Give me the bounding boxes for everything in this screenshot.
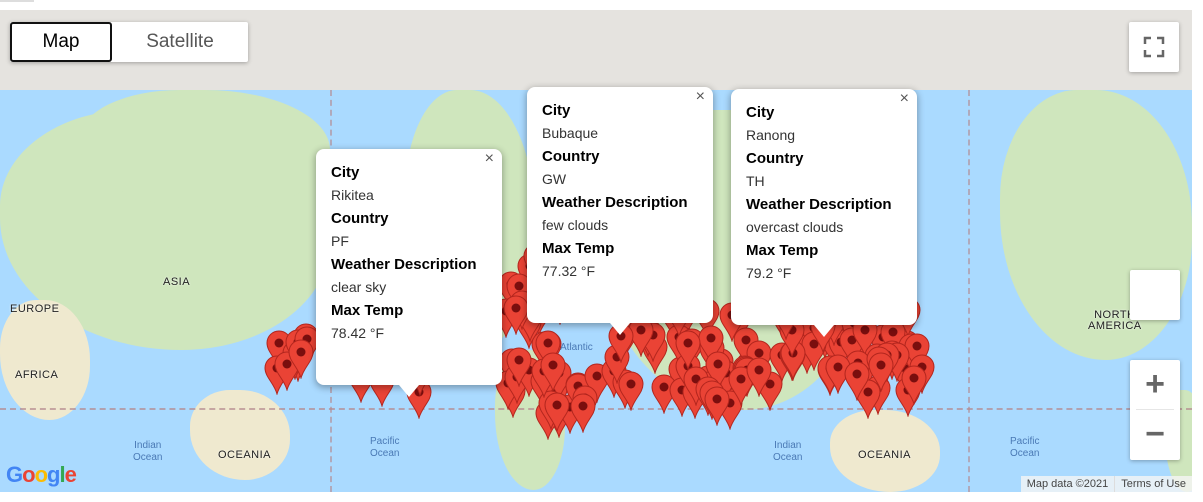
label-africa: AFRICA	[15, 369, 59, 381]
map-marker[interactable]	[288, 339, 314, 381]
label-indian-ocean: Indian Ocean	[773, 440, 803, 463]
weather-value: few clouds	[542, 217, 609, 233]
map-type-control: Map Satellite	[10, 22, 248, 62]
fullscreen-button[interactable]	[1129, 22, 1179, 72]
info-window: × City Bubaque Country GW Weather Descri…	[527, 87, 713, 335]
temp-label: Max Temp	[746, 242, 819, 259]
map-marker[interactable]	[618, 371, 644, 412]
close-icon[interactable]: ×	[485, 151, 494, 167]
weather-value: overcast clouds	[746, 219, 844, 235]
city-value: Bubaque	[542, 125, 599, 141]
date-line-2	[968, 90, 970, 492]
map-marker[interactable]	[506, 347, 532, 389]
map-marker[interactable]	[544, 392, 570, 433]
label-oceania: OCEANIA	[858, 449, 912, 461]
city-value: Ranong	[746, 127, 796, 143]
map-marker[interactable]	[901, 365, 927, 406]
temp-label: Max Temp	[542, 240, 615, 257]
close-icon[interactable]: ×	[900, 91, 909, 107]
temp-label: Max Temp	[331, 302, 404, 319]
label-pacific-ocean: Pacific Ocean	[370, 436, 400, 459]
country-value: TH	[746, 173, 765, 189]
city-label: City	[746, 104, 775, 121]
label-pacific-ocean: Pacific Ocean	[1010, 436, 1040, 459]
map-marker[interactable]	[540, 352, 566, 393]
map-footer: Map data ©2021 Terms of Use	[1020, 476, 1192, 492]
page-top	[0, 0, 1203, 10]
zoom-in-button[interactable]: +	[1136, 360, 1174, 410]
weather-label: Weather Description	[746, 196, 892, 213]
fullscreen-icon	[1143, 36, 1165, 58]
temp-value: 77.32 °F	[542, 263, 596, 279]
weather-label: Weather Description	[331, 256, 477, 273]
info-window: × City Ranong Country TH Weather Descrip…	[731, 89, 917, 337]
satellite-button[interactable]: Satellite	[112, 22, 248, 62]
map-data-attribution: Map data ©2021	[1026, 478, 1109, 490]
map-marker[interactable]	[868, 352, 894, 394]
map-marker[interactable]	[844, 361, 870, 402]
country-label: Country	[331, 210, 389, 227]
map-marker[interactable]	[570, 393, 596, 435]
map-marker[interactable]	[675, 330, 701, 371]
temp-value: 78.42 °F	[331, 325, 385, 341]
map-container: Map Satellite ASIA EUROPE AFRICA OCEANIA…	[0, 10, 1192, 492]
google-logo: Google	[6, 462, 77, 487]
label-indian-ocean: Indian Ocean	[133, 440, 163, 463]
weather-label: Weather Description	[542, 194, 688, 211]
temp-value: 79.2 °F	[746, 265, 792, 281]
map-marker[interactable]	[704, 386, 730, 428]
land-australia	[190, 390, 290, 480]
map-button[interactable]: Map	[10, 22, 112, 62]
country-label: Country	[746, 150, 804, 167]
street-view-control[interactable]	[1130, 270, 1180, 320]
info-window: × City Rikitea Country PF Weather Descri…	[316, 149, 502, 397]
weather-value: clear sky	[331, 279, 387, 295]
zoom-control: + −	[1130, 360, 1180, 460]
map-marker[interactable]	[503, 295, 529, 336]
land-africa	[0, 300, 90, 420]
city-label: City	[542, 102, 571, 119]
label-oceania: OCEANIA	[218, 449, 272, 461]
country-value: PF	[331, 233, 349, 249]
country-value: GW	[542, 171, 567, 187]
country-label: Country	[542, 148, 600, 165]
zoom-out-button[interactable]: −	[1130, 410, 1180, 460]
city-value: Rikitea	[331, 187, 374, 203]
close-icon[interactable]: ×	[696, 89, 705, 105]
tab-stub	[0, 0, 34, 2]
label-asia: ASIA	[163, 276, 191, 288]
terms-link[interactable]: Terms of Use	[1114, 476, 1192, 492]
label-europe: EUROPE	[10, 303, 60, 315]
city-label: City	[331, 164, 360, 181]
